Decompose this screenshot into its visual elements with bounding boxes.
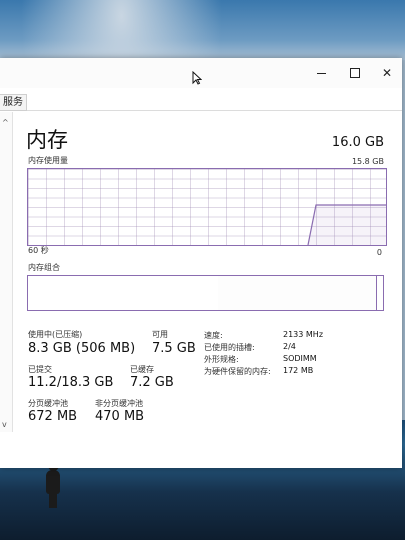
- composition-cached: [218, 276, 377, 310]
- memory-composition-bar: [27, 275, 384, 311]
- close-button[interactable]: ✕: [372, 62, 402, 84]
- cached-value: 7.2 GB: [130, 375, 174, 390]
- minimize-button[interactable]: [306, 62, 336, 84]
- speed-key: 速度:: [204, 331, 223, 340]
- tab-bar: 服务: [0, 94, 402, 111]
- maximize-button[interactable]: [340, 62, 370, 84]
- cached-label: 已缓存: [130, 365, 154, 374]
- composition-in-use: [28, 276, 219, 310]
- scroll-down-icon[interactable]: v: [2, 420, 7, 429]
- slots-used-value: 2/4: [283, 342, 296, 351]
- task-manager-window: ✕ 服务 ^ v 内存 16.0 GB 内存使用量 15.8 GB 60 秒 0…: [0, 58, 402, 468]
- graph-axis-right: 0: [376, 248, 382, 257]
- memory-usage-label: 内存使用量: [28, 156, 68, 165]
- form-factor-key: 外形规格:: [204, 355, 239, 364]
- mouse-cursor-icon: [192, 71, 202, 85]
- memory-composition-label: 内存组合: [28, 263, 60, 272]
- available-label: 可用: [152, 330, 168, 339]
- committed-value: 11.2/18.3 GB: [28, 375, 114, 390]
- usage-line: [307, 204, 386, 245]
- close-icon: ✕: [381, 66, 393, 80]
- title-bar[interactable]: ✕: [0, 58, 402, 88]
- available-value: 7.5 GB: [152, 341, 196, 356]
- tab-services[interactable]: 服务: [0, 94, 27, 111]
- in-use-label: 使用中(已压缩): [28, 330, 83, 339]
- paged-pool-label: 分页缓冲池: [28, 399, 68, 408]
- nonpaged-pool-value: 470 MB: [95, 409, 145, 424]
- paged-pool-value: 672 MB: [28, 409, 78, 424]
- committed-label: 已提交: [28, 365, 52, 374]
- memory-usage-max: 15.8 GB: [351, 157, 384, 166]
- scroll-up-icon[interactable]: ^: [2, 118, 9, 127]
- minimize-icon: [316, 72, 326, 74]
- form-factor-value: SODIMM: [283, 354, 317, 363]
- maximize-icon: [350, 68, 360, 78]
- speed-value: 2133 MHz: [283, 330, 324, 339]
- graph-axis-left: 60 秒: [28, 246, 49, 255]
- hardware-reserved-value: 172 MB: [283, 366, 314, 375]
- memory-usage-graph: [27, 168, 387, 246]
- total-memory: 16.0 GB: [331, 135, 384, 150]
- page-title: 内存: [26, 128, 68, 152]
- nonpaged-pool-label: 非分页缓冲池: [95, 399, 143, 408]
- hardware-reserved-key: 为硬件保留的内存:: [204, 367, 271, 376]
- in-use-value: 8.3 GB (506 MB): [28, 341, 136, 356]
- slots-used-key: 已使用的插槽:: [204, 343, 255, 352]
- left-pane-scrollbar[interactable]: ^ v: [0, 112, 13, 432]
